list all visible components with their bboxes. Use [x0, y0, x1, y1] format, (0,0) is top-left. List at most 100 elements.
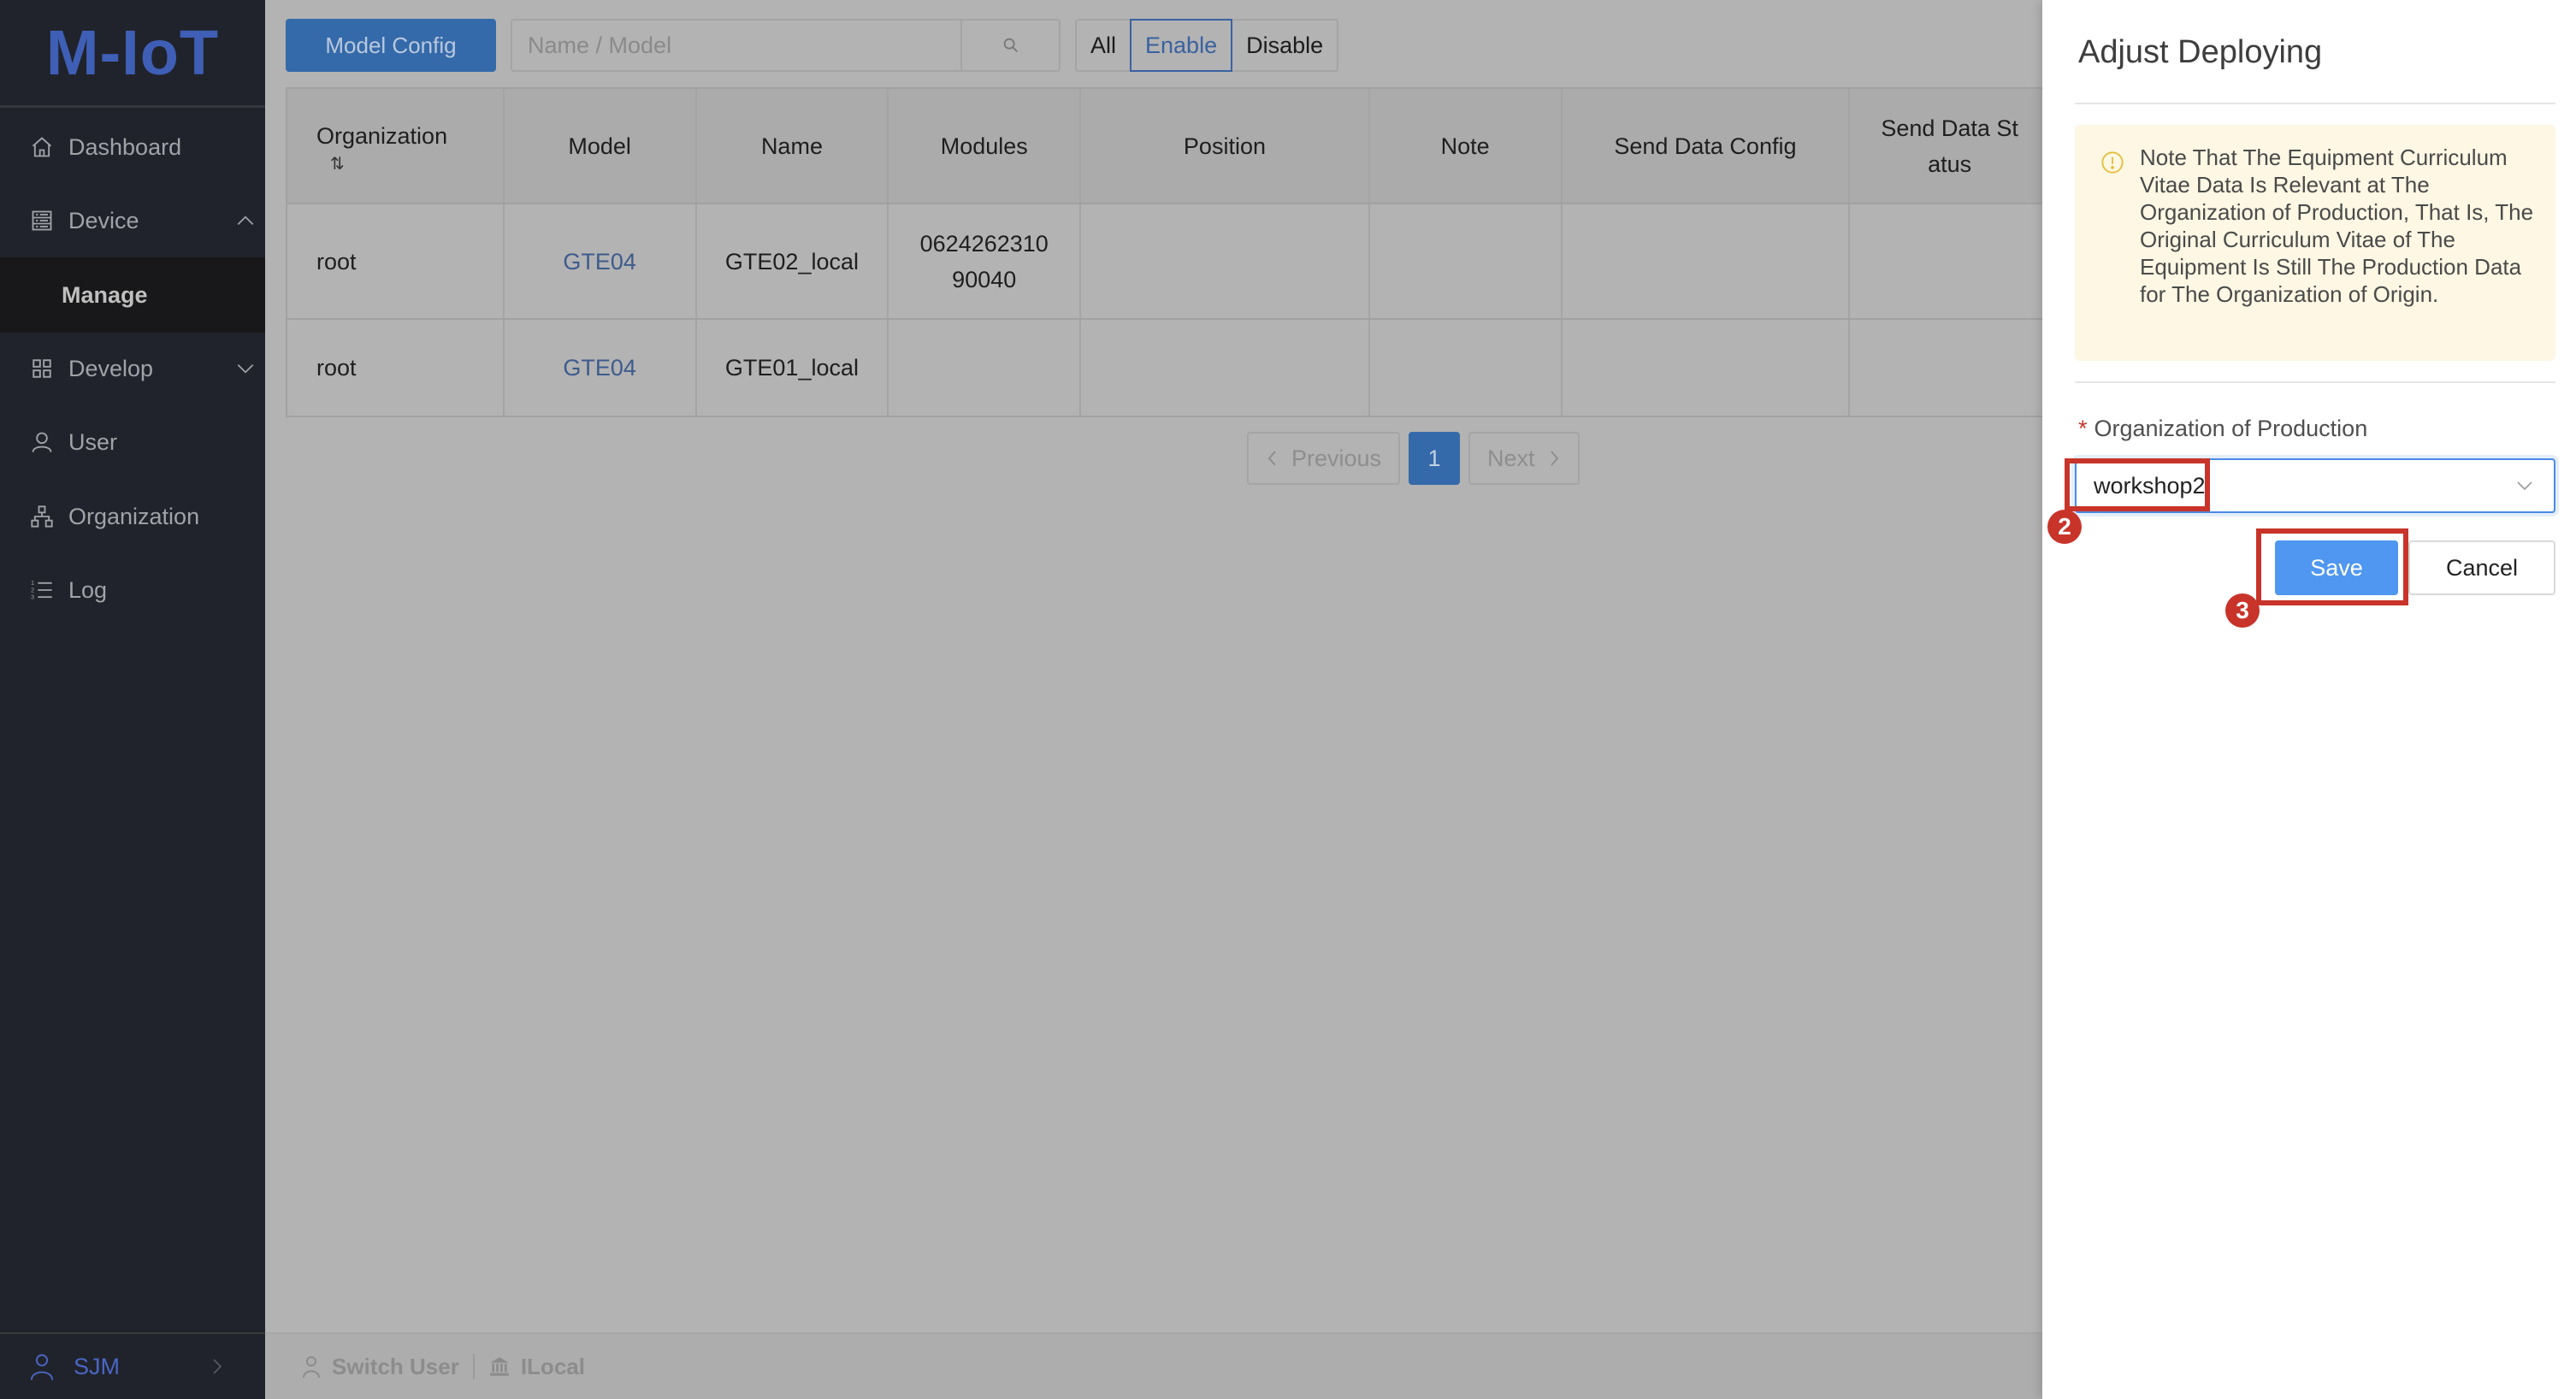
table-header: Organization ⇅ Model Name Modules Positi… [287, 89, 2052, 204]
column-header-modules: Modules [889, 89, 1082, 203]
warning-icon [2101, 151, 2124, 174]
server-icon [29, 208, 55, 233]
search-icon [1003, 38, 1018, 52]
status-filter: All Enable Disable [1075, 19, 1339, 72]
filter-all[interactable]: All [1077, 21, 1130, 70]
filter-disable[interactable]: Disable [1232, 21, 1337, 70]
sidebar-item-dashboard[interactable]: Dashboard [0, 110, 265, 184]
logo: M-IoT [0, 0, 265, 108]
cancel-button[interactable]: Cancel [2408, 540, 2555, 595]
cell-note [1370, 320, 1563, 416]
cell-modules: 0624262310 90040 [889, 204, 1082, 318]
chevron-right-icon [213, 1359, 222, 1374]
bank-icon [489, 1357, 509, 1376]
required-mark: * [2078, 416, 2088, 441]
ordered-list-icon: 12 3 [29, 577, 55, 603]
filter-enable[interactable]: Enable [1130, 19, 1233, 72]
sidebar-item-label: Dashboard [68, 133, 182, 160]
switch-user-button[interactable]: Switch User [301, 1354, 459, 1380]
sidebar-item-organization[interactable]: Organization [0, 480, 265, 553]
current-organization[interactable]: ILocal [488, 1354, 585, 1380]
divider [2075, 103, 2555, 104]
column-header-note: Note [1370, 89, 1563, 203]
sidebar-item-log[interactable]: 12 3 Log [0, 553, 265, 627]
next-label: Next [1487, 445, 1535, 471]
annotation-box-select [2065, 458, 2210, 511]
sidebar-item-manage[interactable]: Manage [0, 257, 265, 333]
cell-send-data-config [1563, 320, 1851, 416]
chevron-up-icon [237, 215, 254, 225]
table-row[interactable]: root GTE04 GTE02_local 0624262310 90040 [287, 204, 2052, 320]
chevron-down-icon [2517, 481, 2532, 491]
chevron-left-icon [1267, 451, 1276, 466]
logo-text: M-IoT [45, 17, 220, 88]
user-icon [30, 1354, 54, 1380]
sidebar-item-develop[interactable]: Develop [0, 332, 265, 405]
sidebar-item-user[interactable]: User [0, 405, 265, 479]
svg-text:3: 3 [31, 595, 34, 601]
search-button[interactable] [960, 21, 1059, 70]
field-label-text: Organization of Production [2094, 416, 2368, 441]
cell-send-data-config [1563, 204, 1851, 318]
next-page-button[interactable]: Next [1468, 432, 1580, 485]
divider [2075, 381, 2555, 383]
pagination: Previous 1 Next [1247, 432, 1580, 485]
sidebar-item-label: User [68, 428, 118, 455]
column-header-position: Position [1081, 89, 1370, 203]
alert-text: Note That The Equipment Curriculum Vitae… [2140, 145, 2534, 307]
previous-label: Previous [1291, 445, 1382, 471]
user-name: SJM [74, 1353, 120, 1379]
cell-organization: root [287, 320, 505, 416]
switch-user-label: Switch User [332, 1353, 459, 1379]
cell-send-data-status [1850, 204, 2052, 318]
svg-text:1: 1 [31, 581, 34, 587]
column-label: Organization [316, 122, 448, 149]
annotation-badge-3: 3 [2225, 593, 2260, 628]
user-icon [29, 429, 55, 455]
search-box [511, 19, 1061, 72]
adjust-deploying-drawer: Adjust Deploying Note That The Equipment… [2042, 0, 2576, 1399]
annotation-box-save [2256, 528, 2408, 605]
sidebar-item-label: Device [68, 207, 139, 233]
model-config-button[interactable]: Model Config [286, 19, 496, 72]
cell-note [1370, 204, 1563, 318]
column-header-organization[interactable]: Organization ⇅ [287, 89, 505, 203]
org-tree-icon [29, 504, 55, 529]
sidebar-item-label: Organization [68, 503, 200, 529]
sidebar: M-IoT Dashboard Device Manage Develop Us… [0, 0, 265, 1399]
drawer-title: Adjust Deploying [2078, 34, 2323, 70]
column-header-send-data-config: Send Data Config [1563, 89, 1851, 203]
organization-of-production-label: * Organization of Production [2078, 416, 2367, 442]
sidebar-item-label: Manage [62, 281, 148, 308]
cell-name: GTE01_local [697, 320, 889, 416]
divider [472, 1354, 475, 1379]
page-1-button[interactable]: 1 [1409, 432, 1461, 485]
cell-model-link[interactable]: GTE04 [505, 320, 697, 416]
organization-label: ILocal [520, 1353, 585, 1379]
cell-send-data-status [1850, 320, 2052, 416]
cell-position [1081, 204, 1370, 318]
sort-icon[interactable]: ⇅ [330, 154, 447, 174]
table-row[interactable]: root GTE04 GTE01_local [287, 320, 2052, 416]
device-table: Organization ⇅ Model Name Modules Positi… [286, 87, 2052, 417]
previous-page-button[interactable]: Previous [1247, 432, 1401, 485]
cell-modules [889, 320, 1082, 416]
column-header-name: Name [697, 89, 889, 203]
column-header-model: Model [505, 89, 697, 203]
svg-text:2: 2 [31, 587, 34, 593]
chevron-right-icon [1550, 451, 1558, 466]
status-bar: Switch User ILocal [265, 1332, 2042, 1399]
annotation-badge-2: 2 [2047, 510, 2082, 544]
sidebar-item-device[interactable]: Device [0, 184, 265, 257]
sidebar-item-label: Develop [68, 355, 154, 381]
search-input[interactable] [512, 21, 960, 70]
current-user[interactable]: SJM [0, 1332, 265, 1399]
user-icon [303, 1356, 320, 1378]
grid-icon [29, 356, 55, 381]
main-content: Model Config All Enable Disable Organiza… [265, 0, 2052, 1399]
chevron-down-icon [237, 364, 254, 374]
cell-model-link[interactable]: GTE04 [505, 204, 697, 318]
warning-alert: Note That The Equipment Curriculum Vitae… [2075, 125, 2555, 361]
cell-position [1081, 320, 1370, 416]
column-header-send-data-status: Send Data St atus [1850, 89, 2052, 203]
